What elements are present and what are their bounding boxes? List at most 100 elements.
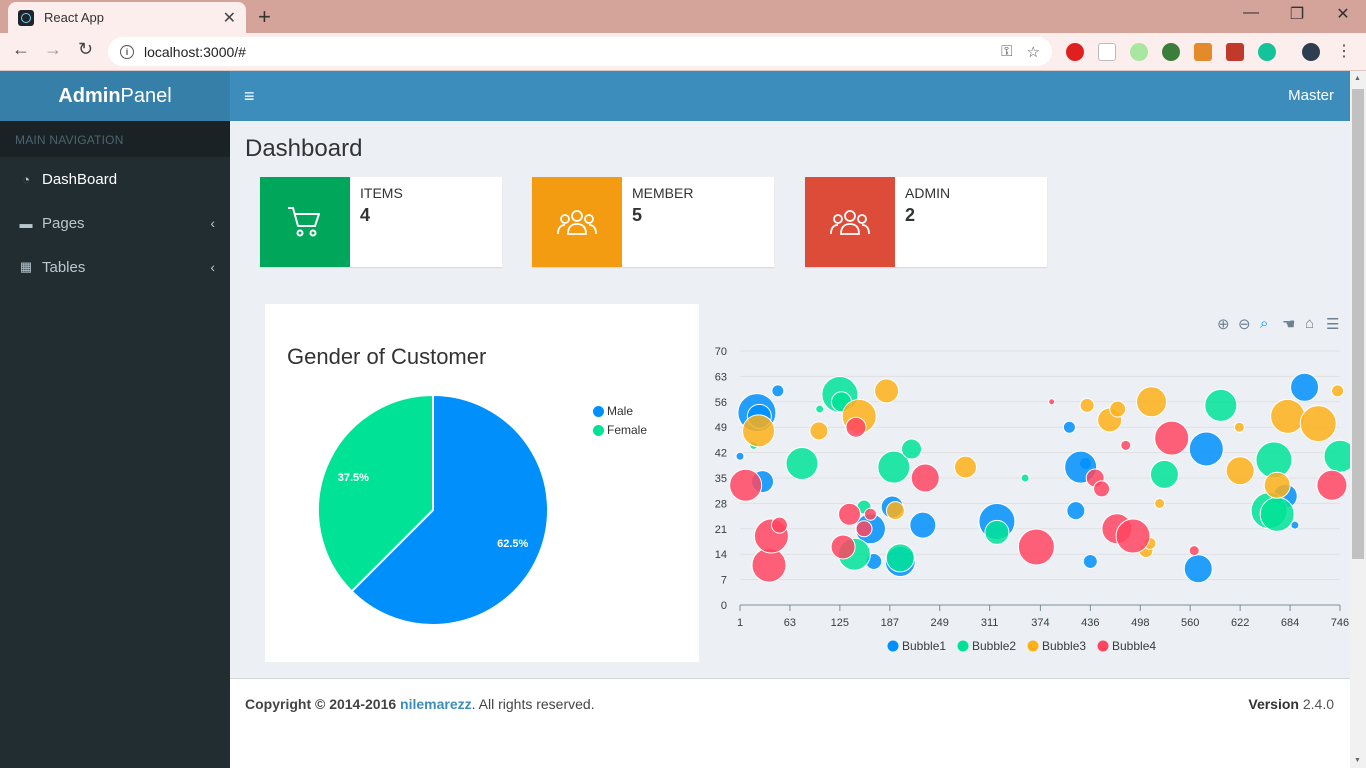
info-box-icon-bg [532, 177, 622, 267]
bubble-bubble2[interactable] [1323, 439, 1350, 473]
bubble-bubble4[interactable] [1017, 528, 1055, 566]
bubble-bubble2[interactable] [815, 404, 825, 414]
bubble-bubble3[interactable] [809, 421, 829, 441]
forward-arrow-icon[interactable]: → [44, 39, 62, 60]
bubble-bubble3[interactable] [1109, 400, 1127, 418]
bubble-bubble1[interactable] [1066, 501, 1086, 521]
bubble-bubble3[interactable] [874, 378, 900, 404]
bubble-bubble4[interactable] [770, 516, 788, 534]
bubble-bubble3[interactable] [742, 414, 776, 448]
legend-label: Bubble1 [902, 639, 946, 653]
bubble-bubble4[interactable] [1093, 480, 1111, 498]
bubble-bubble3[interactable] [954, 455, 978, 479]
browser-menu-icon[interactable]: ⋮ [1336, 41, 1352, 61]
y-tick-label: 35 [715, 473, 727, 485]
tab-close-icon[interactable]: ✕ [223, 8, 236, 28]
bubble-bubble3[interactable] [885, 501, 905, 521]
bubble-bubble1[interactable] [735, 451, 745, 461]
bubble-bubble2[interactable] [785, 446, 819, 480]
metamask-extension-icon[interactable] [1194, 43, 1212, 61]
sidebar-item-dashboard[interactable]: ◔ DashBoard [0, 157, 230, 201]
bubble-bubble1[interactable] [1062, 420, 1076, 434]
bubble-bubble1[interactable] [1290, 372, 1320, 402]
bubble-bubble2[interactable] [1020, 473, 1030, 483]
extension-icon[interactable] [1130, 43, 1148, 61]
sidebar-item-pages[interactable]: ▬ Pages ‹ [0, 201, 230, 245]
page-scrollbar[interactable]: ▲ ▼ [1350, 71, 1366, 768]
site-info-icon[interactable]: i [120, 44, 134, 59]
scroll-down-icon[interactable]: ▼ [1354, 757, 1361, 764]
browser-titlebar: React App ✕ + — ❐ ✕ [0, 0, 1366, 33]
bubble-bubble3[interactable] [1154, 497, 1166, 509]
bubble-bubble1[interactable] [1188, 431, 1224, 467]
legend-item-female[interactable]: Female [593, 423, 647, 437]
bubble-bubble2[interactable] [1149, 459, 1179, 489]
legend-item-bubble2[interactable]: Bubble2 [957, 639, 1017, 653]
bubble-bubble2[interactable] [984, 519, 1010, 545]
y-tick-label: 42 [715, 448, 727, 460]
new-tab-icon[interactable]: + [258, 4, 271, 30]
legend-item-bubble1[interactable]: Bubble1 [887, 639, 947, 653]
bubble-bubble1[interactable] [909, 511, 937, 539]
scroll-up-icon[interactable]: ▲ [1354, 75, 1361, 82]
back-arrow-icon[interactable]: ← [12, 39, 30, 60]
bubble-bubble2[interactable] [885, 543, 915, 573]
extension-icon[interactable] [1226, 43, 1244, 61]
bubble-bubble3[interactable] [1270, 398, 1306, 434]
legend-item-male[interactable]: Male [593, 404, 633, 418]
bubble-bubble4[interactable] [1188, 545, 1200, 557]
version-label: Version [1248, 696, 1299, 712]
extension-icon[interactable] [1162, 43, 1180, 61]
sidebar-item-label: Tables [42, 258, 86, 276]
key-icon[interactable]: ⚿ [1001, 43, 1012, 60]
bubble-bubble4[interactable] [1120, 439, 1132, 451]
info-box-icon-bg [260, 177, 350, 267]
bubble-bubble4[interactable] [1154, 420, 1190, 456]
bubble-bubble4[interactable] [729, 468, 763, 502]
legend-item-bubble4[interactable]: Bubble4 [1097, 639, 1157, 653]
address-bar[interactable]: i localhost:3000/# ⚿ ☆ [108, 37, 1052, 66]
bubble-bubble4[interactable] [845, 416, 867, 438]
bubble-bubble4[interactable] [1115, 518, 1151, 554]
json-extension-icon[interactable] [1098, 43, 1116, 61]
legend-marker [593, 405, 604, 417]
sidebar-item-label: DashBoard [42, 170, 118, 188]
sidebar-toggle-icon[interactable]: ≡ [244, 86, 255, 107]
bubble-bubble1[interactable] [771, 384, 785, 398]
bubble-bubble3[interactable] [1079, 397, 1095, 413]
bubble-bubble4[interactable] [830, 534, 856, 560]
bubble-bubble4[interactable] [1048, 398, 1056, 406]
bubble-bubble1[interactable] [1082, 553, 1098, 569]
bubble-bubble2[interactable] [1259, 496, 1295, 532]
minimize-icon[interactable]: — [1228, 4, 1274, 22]
reload-icon[interactable]: ↻ [78, 39, 93, 60]
browser-tab[interactable]: React App ✕ [8, 2, 246, 33]
bookmark-star-icon[interactable]: ☆ [1027, 43, 1040, 61]
app-logo[interactable]: Admin Panel [0, 71, 230, 121]
grammarly-extension-icon[interactable] [1258, 43, 1276, 61]
profile-avatar[interactable] [1302, 43, 1320, 61]
scrollbar-thumb[interactable] [1352, 89, 1364, 559]
bubble-bubble3[interactable] [1299, 405, 1337, 443]
user-menu[interactable]: Master [1288, 87, 1334, 104]
bubble-bubble3[interactable] [1225, 456, 1255, 486]
info-box-value: 4 [360, 205, 371, 225]
opera-extension-icon[interactable] [1066, 43, 1084, 61]
bubble-bubble4[interactable] [838, 502, 862, 526]
bubble-bubble4[interactable] [1316, 469, 1348, 501]
author-link[interactable]: nilemarezz [400, 696, 472, 712]
bubble-bubble4[interactable] [863, 507, 877, 521]
bubble-bubble3[interactable] [1233, 421, 1245, 433]
bubble-bubble3[interactable] [1136, 386, 1168, 418]
bubble-bubble3[interactable] [1263, 471, 1291, 499]
bubble-bubble4[interactable] [910, 463, 940, 493]
bubble-bubble3[interactable] [1331, 384, 1345, 398]
bubble-bubble4[interactable] [855, 520, 873, 538]
bubble-bubble2[interactable] [901, 438, 923, 460]
bubble-bubble2[interactable] [1204, 388, 1238, 422]
window-close-icon[interactable]: ✕ [1320, 4, 1366, 24]
bubble-bubble1[interactable] [1183, 554, 1213, 584]
sidebar-item-tables[interactable]: ▦ Tables ‹ [0, 245, 230, 289]
legend-item-bubble3[interactable]: Bubble3 [1027, 639, 1087, 653]
restore-icon[interactable]: ❐ [1274, 4, 1320, 24]
